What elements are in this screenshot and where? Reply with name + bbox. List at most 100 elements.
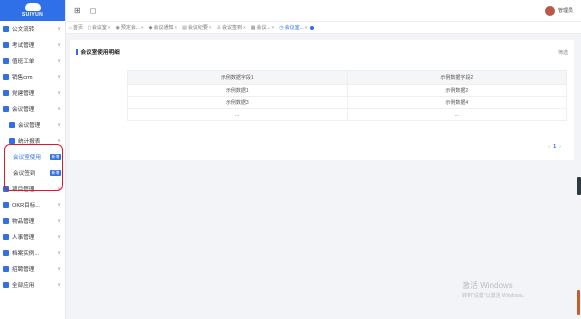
tab-checkin[interactable]: ♙ 会议签到 × (216, 24, 246, 32)
sidebar-item-party[interactable]: 党建管理 ∨ (0, 85, 65, 101)
user-icon: ♙ (216, 24, 222, 31)
panel-title-text: 会议室使用明细 (80, 50, 120, 56)
close-icon[interactable]: × (209, 25, 212, 30)
sidebar-item-label: OKR目标... (12, 203, 40, 209)
sidebar-item-label: 会议管理 (18, 123, 41, 129)
calendar-icon: ◉ (115, 24, 120, 31)
folder-icon (3, 250, 9, 256)
tab-room-usage[interactable]: ◷ 会议室... × (279, 24, 315, 31)
sidebar-item-okr[interactable]: OKR目标... ∨ (0, 197, 65, 213)
sidebar-item-label: 全部应用 (12, 283, 35, 289)
new-badge: 新增 (50, 170, 61, 176)
sidebar-item-meeting-manage[interactable]: 会议管理 ∨ (0, 117, 65, 133)
prev-page-button[interactable]: ‹ (548, 144, 550, 150)
brand-logo[interactable]: SUIYUN (0, 0, 65, 21)
sidebar-item-label: 人事管理 (12, 235, 35, 241)
folder-icon (9, 122, 15, 128)
close-icon[interactable]: × (175, 25, 178, 30)
table-cell: ... (127, 108, 348, 121)
user-menu[interactable]: 管理员 (544, 5, 573, 16)
close-icon[interactable]: × (272, 25, 275, 30)
chevron-down-icon: ∨ (57, 250, 61, 256)
chevron-down-icon: ∨ (57, 202, 61, 208)
close-icon[interactable]: × (141, 25, 144, 30)
table-cell: 示例数据4 (346, 96, 567, 109)
folder-icon (3, 26, 9, 32)
tab-label: 预定会... (120, 25, 141, 31)
sidebar-item-label: 项目管理 (12, 187, 35, 193)
list-icon: ▦ (250, 24, 256, 31)
close-icon[interactable]: × (243, 25, 246, 30)
next-page-button[interactable]: › (559, 144, 561, 150)
table-row: 示例数据3 示例数据4 (127, 96, 567, 109)
clock-icon: ◷ (279, 24, 284, 31)
folder-icon (3, 106, 9, 112)
chevron-down-icon: ∨ (57, 26, 61, 32)
sidebar-item-label: 会议管理 (12, 107, 35, 113)
column-header: 示例数据字段1 (127, 70, 348, 85)
tab-label: 会议纪要 (187, 25, 208, 31)
tab-notice[interactable]: ◆ 会议通知 × (149, 24, 178, 32)
table-row: 示例数据1 示例数据2 (127, 84, 567, 97)
tab-meeting-room[interactable]: ▯ 会议室 × (88, 24, 111, 32)
tab-booking[interactable]: ◉ 预定会... × (115, 24, 144, 32)
tab-home[interactable]: ⌂ 首页 (69, 24, 83, 32)
folder-icon (3, 234, 9, 240)
sidebar-item-document-flow[interactable]: 公文流转 ∨ (0, 21, 65, 37)
side-widget-handle[interactable] (577, 177, 581, 195)
sidebar-item-all-apps[interactable]: 全部应用 ∨ (0, 277, 65, 293)
filter-button[interactable]: 筛选 (558, 49, 568, 56)
sidebar-item-archive[interactable]: 档案实例... ∨ (0, 245, 65, 261)
tab-meeting-list[interactable]: ▦ 会议... × (250, 24, 275, 32)
usage-panel: 会议室使用明细 筛选 示例数据字段1 示例数据字段2 示例数据1 示例数据2 示… (70, 40, 574, 160)
sidebar-item-label: 档案实例... (12, 251, 40, 257)
sidebar-item-stats[interactable]: 统计报表 ∧ (0, 133, 65, 149)
sidebar-item-label: 招聘管理 (12, 267, 35, 273)
sidebar-item-checkin[interactable]: 会议签到 新增 (0, 165, 65, 181)
tab-label: 会议通知 (153, 25, 174, 31)
door-icon: ▯ (88, 24, 91, 31)
tab-label: 会议室... (284, 25, 304, 31)
panel-title: 会议室使用明细 (76, 48, 120, 56)
sidebar-item-label: 党建管理 (12, 91, 35, 97)
table-header-row: 示例数据字段1 示例数据字段2 (127, 70, 567, 85)
folder-icon (3, 42, 9, 48)
top-header: ⊞ ◻ 管理员 (66, 0, 581, 21)
sidebar-item-meeting[interactable]: 会议管理 ∧ (0, 101, 65, 117)
chevron-up-icon: ∧ (57, 106, 61, 112)
folder-icon (3, 74, 9, 80)
chevron-down-icon: ∨ (57, 282, 61, 288)
pagination: ‹ 1 › (545, 144, 564, 150)
side-widget-tab[interactable] (577, 290, 580, 315)
current-page[interactable]: 1 (553, 144, 556, 150)
apps-grid-icon[interactable]: ⊞ (74, 6, 81, 15)
chevron-down-icon: ∨ (57, 234, 61, 240)
close-icon[interactable]: × (305, 25, 308, 30)
bell-icon[interactable]: ◻ (90, 6, 97, 15)
sidebar-item-goods[interactable]: 物品管理 ∨ (0, 213, 65, 229)
tab-bar: ⌂ 首页 ▯ 会议室 × ◉ 预定会... × ◆ 会议通知 × ▤ 会议纪要 × ♙ 会议签到 × … (66, 21, 581, 34)
sidebar-item-project[interactable]: 项目管理 ∨ (0, 181, 65, 197)
sidebar-item-crm[interactable]: 销售crm ∨ (0, 69, 65, 85)
chevron-down-icon: ∨ (57, 122, 61, 128)
sidebar-item-hr[interactable]: 人事管理 ∨ (0, 229, 65, 245)
new-badge: 新增 (50, 154, 61, 160)
tab-minutes[interactable]: ▤ 会议纪要 × (182, 24, 212, 32)
column-header: 示例数据字段2 (346, 70, 567, 85)
sidebar-item-label: 值班工单 (12, 59, 35, 65)
sidebar-item-duty[interactable]: 值班工单 ∨ (0, 53, 65, 69)
chevron-down-icon: ∨ (57, 42, 61, 48)
sidebar: SUIYUN 公文流转 ∨ 考试管理 ∨ 值班工单 ∨ 销售crm ∨ 党建管理 ∨ 会议… (0, 0, 66, 319)
folder-icon (3, 266, 9, 272)
chevron-down-icon: ∨ (57, 218, 61, 224)
close-icon[interactable]: × (108, 25, 111, 30)
sidebar-item-exam[interactable]: 考试管理 ∨ (0, 37, 65, 53)
chevron-down-icon: ∨ (57, 90, 61, 96)
sidebar-item-recruit[interactable]: 招聘管理 ∨ (0, 261, 65, 277)
sidebar-item-room-usage[interactable]: 会议室使用 新增 (0, 149, 65, 165)
folder-icon (3, 90, 9, 96)
usage-table: 示例数据字段1 示例数据字段2 示例数据1 示例数据2 示例数据3 示例数据4 … (127, 70, 567, 121)
active-dot (310, 25, 315, 30)
sidebar-menu: 公文流转 ∨ 考试管理 ∨ 值班工单 ∨ 销售crm ∨ 党建管理 ∨ 会议管理 ∧ 会议管… (0, 21, 65, 293)
tab-label: 会议... (256, 25, 271, 31)
